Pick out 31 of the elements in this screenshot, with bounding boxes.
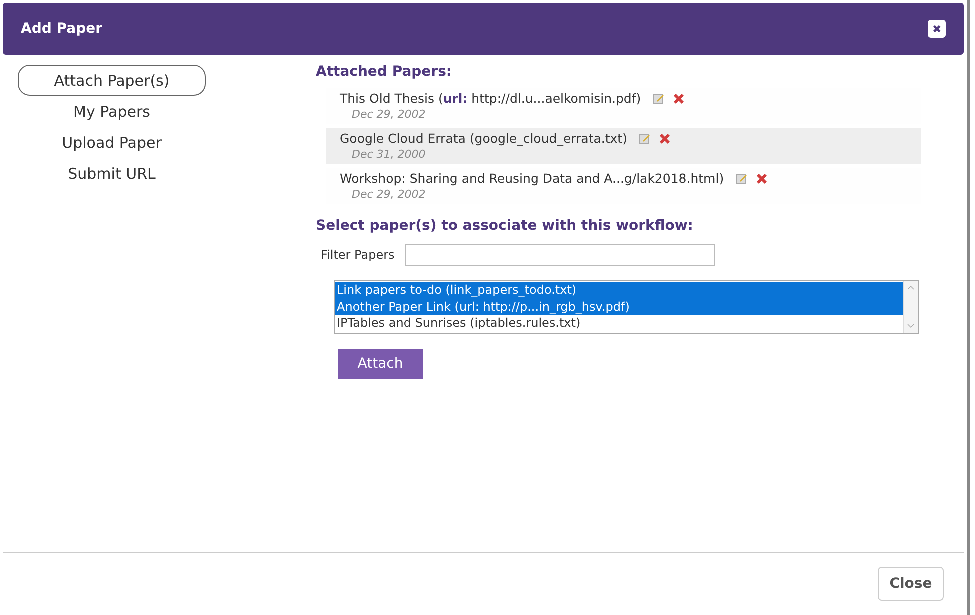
paper-date: Dec 29, 2002 <box>352 108 427 121</box>
sidebar-item[interactable]: My Papers <box>18 96 206 127</box>
attach-button[interactable]: Attach <box>338 349 423 379</box>
sidebar-item[interactable]: Attach Paper(s) <box>18 65 206 96</box>
close-button[interactable]: ✖ <box>928 20 946 38</box>
edit-icon[interactable] <box>736 172 748 184</box>
sidebar-item[interactable]: Upload Paper <box>18 127 206 158</box>
sidebar-item[interactable]: Submit URL <box>18 158 206 189</box>
delete-icon[interactable] <box>673 92 686 104</box>
delete-icon[interactable] <box>659 132 672 144</box>
list-option[interactable]: Link papers to-do (link_papers_todo.txt) <box>335 282 903 298</box>
scrollbar[interactable] <box>903 281 918 333</box>
paper-title: Workshop: Sharing and Reusing Data and A...g/lak2018.html) <box>340 171 724 186</box>
edit-icon[interactable] <box>639 132 652 144</box>
scroll-up-icon[interactable] <box>907 285 915 291</box>
paper-list[interactable]: Link papers to-do (link_papers_todo.txt) Another Paper Link (url: http://p...in_rgb_hsv.pdf) IPTables and Sunrises (iptables.rules.txt) <box>334 280 919 334</box>
filter-label: Filter Papers <box>321 248 395 262</box>
paper-date: Dec 29, 2002 <box>352 188 427 201</box>
list-option[interactable]: IPTables and Sunrises (iptables.rules.txt) <box>335 315 903 332</box>
section-heading: Select paper(s) to associate with this workflow: <box>316 218 694 234</box>
delete-icon[interactable] <box>756 172 768 184</box>
window-title: Add Paper <box>21 21 103 37</box>
paper-title: Google Cloud Errata (google_cloud_errata.txt) <box>340 131 628 146</box>
edit-icon[interactable] <box>653 92 666 104</box>
section-heading: Attached Papers: <box>316 64 452 80</box>
close-button[interactable]: Close <box>878 567 944 601</box>
scroll-down-icon[interactable] <box>907 323 915 329</box>
list-option[interactable]: Another Paper Link (url: http://p...in_rgb_hsv.pdf) <box>335 298 903 315</box>
paper-title: This Old Thesis (url: http://dl.u...aelkomisin.pdf) <box>340 91 642 106</box>
filter-field[interactable] <box>404 244 715 266</box>
paper-date: Dec 31, 2000 <box>352 148 427 161</box>
